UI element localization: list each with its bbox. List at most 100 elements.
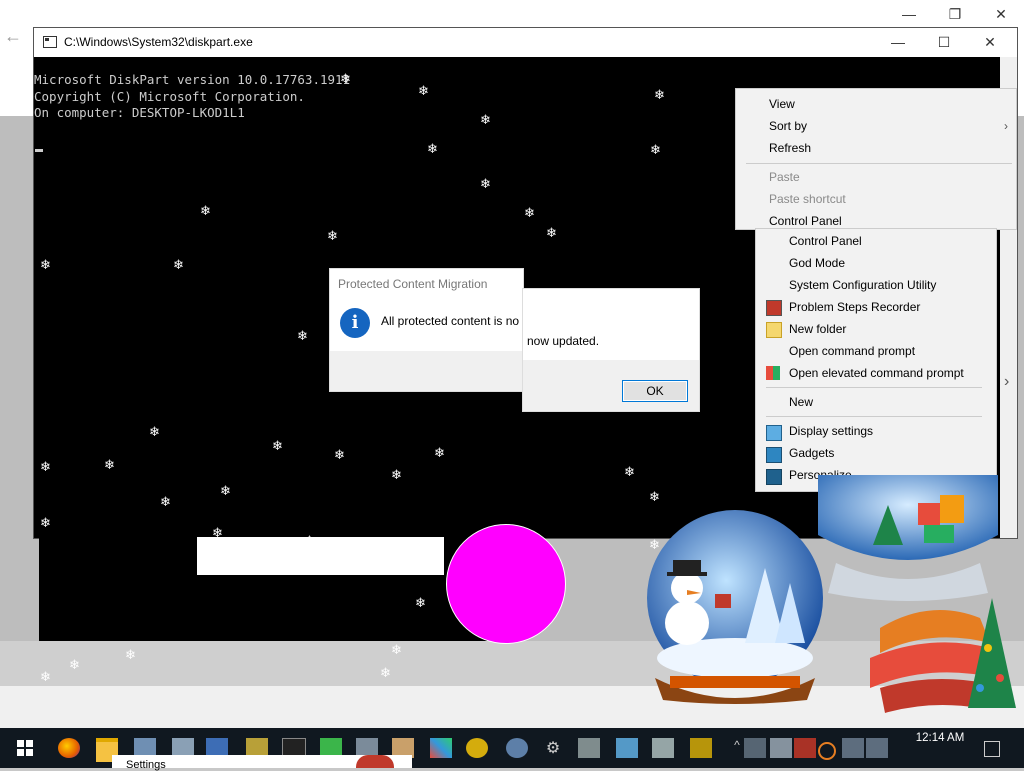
dialog-message-continued: now updated.	[527, 334, 600, 348]
error-icon	[356, 755, 394, 768]
start-windows-icon[interactable]	[14, 738, 36, 758]
personalize-icon	[766, 469, 782, 485]
console-maximize-button[interactable]: ☐	[921, 28, 967, 57]
snowflake-icon: ❄	[40, 515, 51, 530]
tray-icon[interactable]	[770, 738, 792, 758]
snowflake-icon: ❄	[160, 494, 171, 509]
menu-item-control-panel[interactable]: Control Panel	[789, 234, 862, 248]
console-close-button[interactable]: ✕	[967, 28, 1013, 57]
context-submenu: Control Panel God Mode System Configurat…	[755, 228, 997, 492]
app-icon[interactable]	[430, 738, 452, 758]
menu-item-open-command-prompt[interactable]: Open command prompt	[789, 344, 915, 358]
menu-item-god-mode[interactable]: God Mode	[789, 256, 845, 270]
menu-item-view[interactable]: View	[769, 97, 795, 111]
app-icon[interactable]	[690, 738, 712, 758]
magenta-ornament	[446, 524, 566, 644]
snowflake-icon: ❄	[272, 438, 283, 453]
menu-item-open-elevated-command-prompt[interactable]: Open elevated command prompt	[789, 366, 964, 380]
snowflake-icon: ❄	[480, 176, 491, 191]
menu-separator	[766, 416, 982, 417]
notifications-icon[interactable]	[984, 741, 1000, 757]
snowflake-icon: ❄	[418, 83, 429, 98]
snowflake-icon: ❄	[654, 87, 665, 102]
app-icon[interactable]	[578, 738, 600, 758]
console-line: Microsoft DiskPart version 10.0.17763.19…	[34, 72, 351, 87]
restore-icon[interactable]: ❐	[932, 0, 978, 28]
dialog-footer	[330, 351, 523, 391]
snowflake-icon: ❄	[624, 464, 635, 479]
menu-item-system-configuration[interactable]: System Configuration Utility	[789, 278, 936, 292]
tray-icon[interactable]	[744, 738, 766, 758]
steps-recorder-icon	[766, 300, 782, 316]
menu-separator	[746, 163, 1012, 164]
snowflake-icon: ❄	[220, 483, 231, 498]
snowflake-icon: ❄	[304, 533, 315, 548]
snowglobe-gadget[interactable]	[635, 508, 835, 704]
menu-item-refresh[interactable]: Refresh	[769, 141, 811, 155]
back-arrow-icon[interactable]: ←	[4, 26, 22, 47]
snowglobe-gadget[interactable]	[818, 475, 998, 605]
background-window-controls: — ❐ ✕	[886, 0, 1024, 28]
folder-icon	[766, 322, 782, 338]
console-title: C:\Windows\System32\diskpart.exe	[64, 35, 253, 49]
dialog-title: Protected Content Migration	[338, 277, 488, 291]
snowflake-icon: ❄	[297, 328, 308, 343]
menu-item-paste-shortcut[interactable]: Paste shortcut	[769, 192, 846, 206]
snowflake-icon: ❄	[69, 657, 80, 672]
app-icon[interactable]	[616, 738, 638, 758]
snowflake-icon: ❄	[327, 228, 338, 243]
close-icon[interactable]: ✕	[978, 0, 1024, 28]
menu-item-new[interactable]: New	[789, 395, 813, 409]
snowflake-icon: ❄	[104, 457, 115, 472]
chevron-right-icon: ›	[1004, 119, 1008, 133]
menu-item-paste[interactable]: Paste	[769, 170, 800, 184]
snowflake-icon: ❄	[649, 489, 660, 504]
snowflake-icon: ❄	[340, 71, 351, 86]
snowflake-icon: ❄	[334, 447, 345, 462]
console-cursor	[35, 149, 43, 152]
tray-icon[interactable]	[818, 742, 836, 760]
console-titlebar[interactable]: C:\Windows\System32\diskpart.exe — ☐ ✕	[34, 28, 1017, 57]
snowflake-icon: ❄	[427, 141, 438, 156]
desktop-context-menu: View Sort by › Refresh Paste Paste short…	[735, 88, 1017, 230]
snowflake-icon: ❄	[380, 665, 391, 680]
snowflake-icon: ❄	[212, 525, 223, 540]
menu-item-new-folder[interactable]: New folder	[789, 322, 846, 336]
snowflake-icon: ❄	[391, 467, 402, 482]
christmas-tree-gadget[interactable]	[860, 588, 1024, 718]
shield-icon	[766, 366, 780, 380]
console-output: Microsoft DiskPart version 10.0.17763.19…	[34, 72, 350, 122]
settings-label: Settings	[126, 759, 166, 771]
console-line: Copyright (C) Microsoft Corporation.	[34, 88, 305, 104]
tray-icon[interactable]	[794, 738, 816, 758]
app-icon[interactable]	[466, 738, 488, 758]
network-icon[interactable]	[842, 738, 864, 758]
chevron-right-icon: ›	[1004, 373, 1010, 390]
minimize-icon[interactable]: —	[886, 0, 932, 28]
ok-button[interactable]: OK	[622, 380, 688, 402]
console-app-icon	[43, 36, 57, 48]
app-icon[interactable]	[506, 738, 528, 758]
app-icon[interactable]	[652, 738, 674, 758]
clock-time[interactable]: 12:14 AM	[900, 732, 980, 744]
volume-icon[interactable]	[866, 738, 888, 758]
dialog-message: All protected content is no	[381, 314, 520, 328]
snowflake-icon: ❄	[125, 647, 136, 662]
snowflake-icon: ❄	[40, 459, 51, 474]
snowflake-icon: ❄	[480, 112, 491, 127]
gear-icon[interactable]: ⚙	[542, 738, 564, 758]
info-icon: i	[340, 308, 370, 338]
snowflake-icon: ❄	[149, 424, 160, 439]
snowflake-icon: ❄	[524, 205, 535, 220]
menu-item-display-settings[interactable]: Display settings	[789, 424, 873, 438]
menu-item-control-panel-header[interactable]: Control Panel	[769, 214, 842, 228]
snowflake-icon: ❄	[391, 642, 402, 657]
menu-item-gadgets[interactable]: Gadgets	[789, 446, 834, 460]
firefox-icon[interactable]	[58, 738, 80, 758]
menu-separator	[766, 387, 982, 388]
snowflake-icon: ❄	[40, 669, 51, 684]
console-minimize-button[interactable]: —	[875, 28, 921, 57]
menu-item-sort-by[interactable]: Sort by	[769, 119, 807, 133]
snowflake-icon: ❄	[173, 257, 184, 272]
menu-item-problem-steps-recorder[interactable]: Problem Steps Recorder	[789, 300, 920, 314]
